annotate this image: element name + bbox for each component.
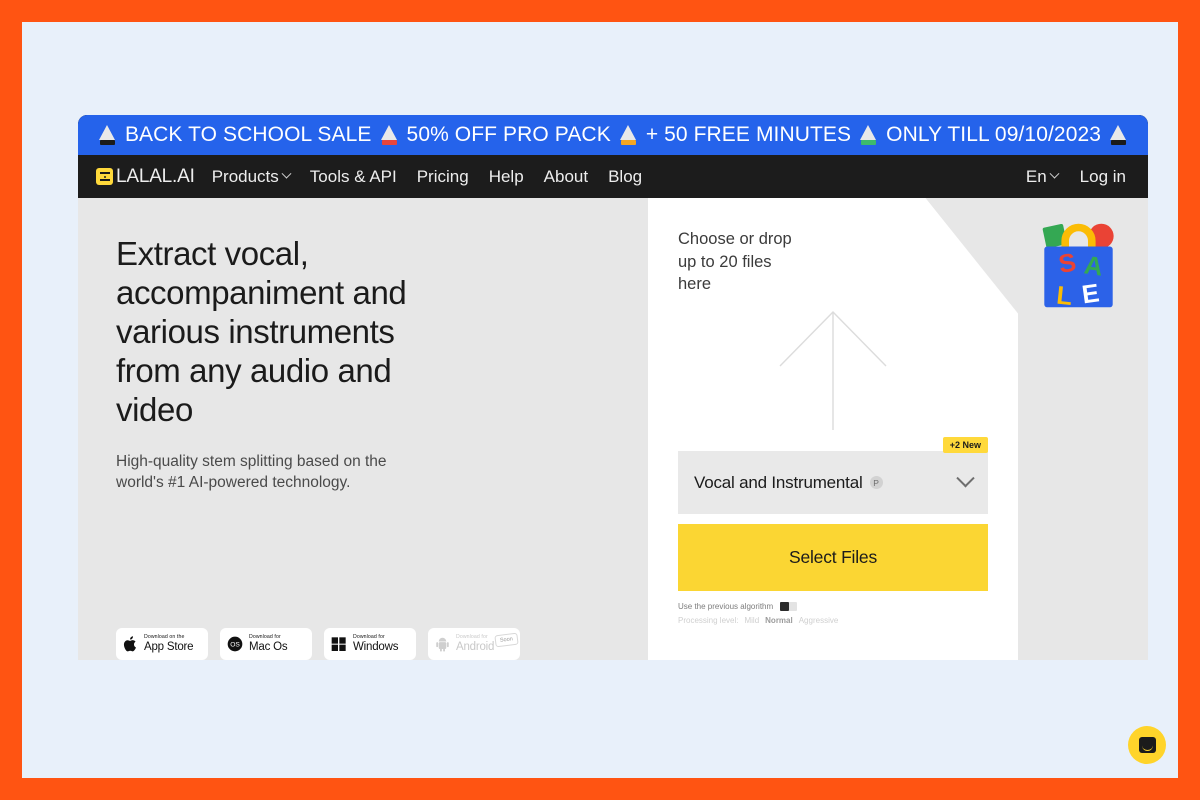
nav-item-blog[interactable]: Blog — [608, 167, 642, 187]
badge-windows[interactable]: Download for Windows — [324, 628, 416, 660]
chat-glyph — [1139, 737, 1156, 753]
crayon-icon — [381, 125, 398, 145]
p-circle-icon[interactable]: P — [870, 476, 883, 489]
promo-segment-2: 50% OFF PRO PACK — [407, 123, 611, 147]
nav-item-about[interactable]: About — [544, 167, 588, 187]
chevron-down-icon — [1049, 169, 1059, 179]
hero-left-column: Extract vocal, accompaniment and various… — [116, 228, 636, 660]
chevron-down-icon — [956, 469, 974, 487]
android-icon — [435, 636, 450, 652]
promo-segment-4: ONLY TILL 09/10/2023 — [886, 123, 1101, 147]
nav-item-tools-api[interactable]: Tools & API — [310, 167, 397, 187]
processing-level-row: Processing level: Mild Normal Aggressive — [678, 616, 988, 625]
nav-item-label: Products — [212, 167, 279, 187]
soon-tag: Soon — [494, 633, 518, 648]
lalal-logo-icon — [96, 168, 113, 185]
previous-algorithm-label: Use the previous algorithm — [678, 602, 773, 611]
stem-mode-select[interactable]: +2 New Vocal and Instrumental P — [678, 451, 988, 514]
page-title: Extract vocal, accompaniment and various… — [116, 234, 636, 429]
previous-algorithm-row: Use the previous algorithm — [678, 602, 988, 611]
stem-mode-value: Vocal and Instrumental — [694, 473, 863, 493]
download-badges: Download on the App Store OS Download fo… — [116, 628, 520, 660]
macos-icon: OS — [227, 636, 243, 652]
nav-item-pricing[interactable]: Pricing — [417, 167, 469, 187]
promo-segment-1: BACK TO SCHOOL SALE — [125, 123, 372, 147]
upload-controls: +2 New Vocal and Instrumental P Select F… — [678, 451, 988, 625]
crayon-icon — [1110, 125, 1127, 145]
new-count-badge: +2 New — [943, 437, 988, 453]
upload-card[interactable]: Choose or drop up to 20 files here +2 Ne… — [648, 198, 1018, 660]
previous-algorithm-toggle[interactable] — [780, 602, 797, 611]
badge-big-label: App Store — [144, 641, 193, 653]
upload-arrow-icon — [768, 308, 898, 433]
hero-section: Extract vocal, accompaniment and various… — [78, 198, 1148, 660]
hero-subtitle: High-quality stem splitting based on the… — [116, 451, 636, 493]
brand-logo[interactable]: LALAL.AI — [96, 166, 195, 188]
badge-text: Download for Windows — [353, 635, 398, 653]
processing-option-normal[interactable]: Normal — [765, 616, 793, 625]
badge-app-store[interactable]: Download on the App Store — [116, 628, 208, 660]
badge-text: Download for Mac Os — [249, 635, 287, 653]
language-selector[interactable]: En — [1026, 167, 1058, 187]
main-navbar: LALAL.AI Products Tools & API Pricing He… — [78, 155, 1148, 198]
badge-big-label: Android — [456, 641, 494, 653]
badge-big-label: Mac Os — [249, 641, 287, 653]
badge-mac-os[interactable]: OS Download for Mac Os — [220, 628, 312, 660]
orange-frame: BACK TO SCHOOL SALE 50% OFF PRO PACK + 5… — [0, 0, 1200, 800]
badge-big-label: Windows — [353, 641, 398, 653]
language-label: En — [1026, 167, 1047, 187]
windows-icon — [331, 636, 347, 652]
crayon-icon — [99, 125, 116, 145]
badge-text: Download for Android — [456, 635, 494, 653]
website-screenshot: BACK TO SCHOOL SALE 50% OFF PRO PACK + 5… — [78, 115, 1148, 660]
badge-text: Download on the App Store — [144, 635, 193, 653]
nav-item-help[interactable]: Help — [489, 167, 524, 187]
chevron-down-icon — [281, 169, 291, 179]
brand-name: LALAL.AI — [116, 166, 195, 188]
nav-right-group: En Log in — [1026, 167, 1126, 187]
processing-option-aggressive[interactable]: Aggressive — [799, 616, 839, 625]
login-button[interactable]: Log in — [1080, 167, 1126, 187]
crayon-icon — [620, 125, 637, 145]
select-files-button[interactable]: Select Files — [678, 524, 988, 591]
nav-item-products[interactable]: Products — [212, 167, 290, 187]
promo-segment-3: + 50 FREE MINUTES — [646, 123, 851, 147]
svg-text:OS: OS — [230, 642, 240, 649]
processing-option-mild[interactable]: Mild — [744, 616, 759, 625]
promo-banner[interactable]: BACK TO SCHOOL SALE 50% OFF PRO PACK + 5… — [78, 115, 1148, 155]
shopping-bag-sale-sticker: S A L E — [1031, 218, 1126, 313]
svg-text:A: A — [1082, 251, 1104, 281]
page-canvas: BACK TO SCHOOL SALE 50% OFF PRO PACK + 5… — [22, 22, 1178, 778]
chat-bubble-icon[interactable] — [1128, 726, 1166, 764]
badge-android: Download for Android Soon — [428, 628, 520, 660]
crayon-icon — [860, 125, 877, 145]
drop-instructions: Choose or drop up to 20 files here — [678, 228, 792, 296]
processing-level-label: Processing level: — [678, 616, 738, 625]
nav-links: Products Tools & API Pricing Help About … — [212, 167, 642, 187]
apple-icon — [123, 635, 138, 653]
svg-text:L: L — [1055, 282, 1074, 311]
